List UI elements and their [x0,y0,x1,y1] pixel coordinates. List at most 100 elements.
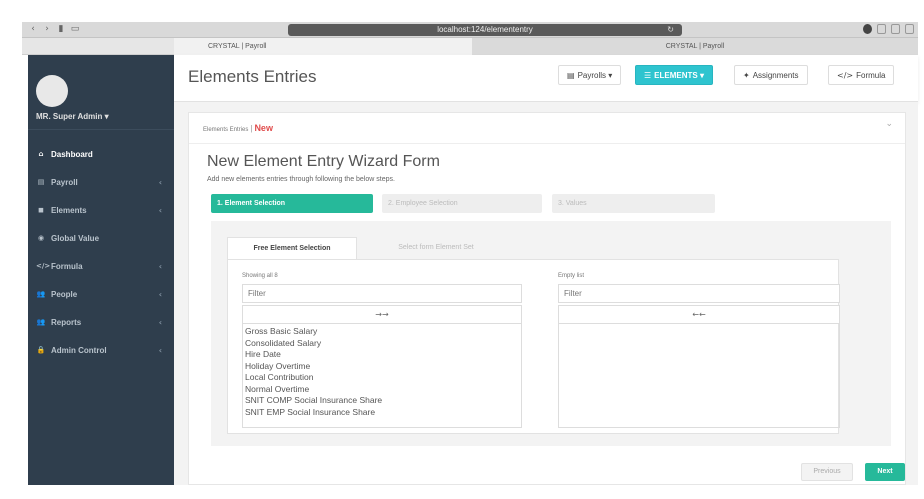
payroll-icon: ▤ [37,178,45,186]
step-values[interactable]: 3. Values [552,194,715,213]
url-text: localhost:124/elemententry [437,25,533,34]
people-icon: 👥 [36,290,46,298]
sidebar-divider [28,129,174,130]
move-all-right-button[interactable]: →→ [242,305,522,324]
sidebar-item-label: Payroll [51,177,78,187]
browser-toolbar: ‹ › ▮ ▭ localhost:124/elemententry ↻ [22,22,918,38]
reload-icon[interactable]: ↻ [667,24,674,36]
sidebar-item-label: Reports [51,317,82,327]
browser-nav-buttons: ‹ › ▮ ▭ [28,24,80,34]
available-list-info: Showing all 8 [242,273,278,279]
breadcrumb: Elements Entries | New [203,123,273,133]
chevron-left-icon: ‹ [158,261,162,271]
list-item[interactable]: SNIT EMP Social Insurance Share [245,407,519,419]
globe-icon: ◉ [37,234,45,242]
user-menu[interactable]: MR. Super Admin ▾ [36,112,109,121]
breadcrumb-current: New [254,123,273,133]
chevron-down-icon[interactable]: ⌄ [885,119,893,129]
sidebar-item-dashboard[interactable]: ⌂ Dashboard [28,140,174,168]
sidebar-nav: ⌂ Dashboard ▤ Payroll ‹ ◼ Elements ‹ ◉ G… [28,140,174,364]
document-icon: ▤ [567,71,575,80]
code-icon: </> [837,71,854,80]
list-item[interactable]: Normal Overtime [245,384,519,396]
selected-list-info: Empty list [558,273,585,279]
dual-listbox: Showing all 8 →→ Gross Basic Salary Cons… [227,259,840,435]
sidebar-item-label: Admin Control [51,345,107,355]
wizard-title: New Element Entry Wizard Form [207,153,440,170]
main-content: Elements Entries | New ⌄ New Element Entry… [174,102,918,485]
list-icon: ☰ [644,71,652,80]
browser-tab-active[interactable]: CRYSTAL | Payroll [174,38,472,55]
top-header: Elements Entries ▤ Payrolls ▾ ☰ ELEMENTS ▾… [174,55,918,102]
sidebar-item-elements[interactable]: ◼ Elements ‹ [28,196,174,224]
wizard-subtitle: Add new elements entries through followi… [207,176,395,183]
wizard-panel: Elements Entries | New ⌄ New Element Entry… [188,112,906,485]
page-title: Elements Entries [188,67,317,86]
move-all-left-button[interactable]: ←← [558,305,840,324]
formula-label: Formula [856,71,886,80]
assignments-label: Assignments [752,71,799,80]
address-bar[interactable]: localhost:124/elemententry ↻ [288,24,682,36]
available-filter-input[interactable] [242,284,522,303]
next-button[interactable]: Next [865,463,905,481]
sidebar-item-label: Dashboard [51,149,93,159]
payrolls-dropdown-button[interactable]: ▤ Payrolls ▾ [558,65,622,85]
home-icon: ⌂ [38,150,44,158]
available-list: Showing all 8 →→ Gross Basic Salary Cons… [228,260,524,435]
browser-tabs: CRYSTAL | Payroll CRYSTAL | Payroll [22,38,918,55]
sidebar-item-global-value[interactable]: ◉ Global Value [28,224,174,252]
previous-button[interactable]: Previous [801,463,853,481]
browser-actions [863,24,914,34]
elements-dropdown-button[interactable]: ☰ ELEMENTS ▾ [635,65,713,85]
tab-select-element-set[interactable]: Select form Element Set [361,237,511,259]
code-icon: </> [36,262,51,270]
sidebar-item-people[interactable]: 👥 People ‹ [28,280,174,308]
selected-options[interactable] [558,324,840,428]
sidebar-item-label: Elements [51,205,87,215]
tab-free-element-selection[interactable]: Free Element Selection [227,237,357,259]
extension-icon[interactable] [863,24,872,34]
breadcrumb-separator: | [250,124,253,133]
sidebar-item-admin-control[interactable]: 🔒 Admin Control ‹ [28,336,174,364]
back-icon[interactable]: ‹ [28,24,38,34]
sidebar-toggle-icon[interactable]: ▮ [56,24,66,34]
sidebar-item-payroll[interactable]: ▤ Payroll ‹ [28,168,174,196]
list-item[interactable]: Holiday Overtime [245,361,519,373]
list-item[interactable]: SNIT COMP Social Insurance Share [245,395,519,407]
sidebar-item-formula[interactable]: </> Formula ‹ [28,252,174,280]
forward-icon[interactable]: › [42,24,52,34]
list-item[interactable]: Hire Date [245,349,519,361]
payrolls-label: Payrolls ▾ [577,71,613,80]
tabs-overview-icon[interactable]: ▭ [70,24,80,34]
sidebar-item-reports[interactable]: 👥 Reports ‹ [28,308,174,336]
window-icon[interactable] [905,24,914,34]
chevron-left-icon: ‹ [158,205,162,215]
new-tab-icon[interactable] [891,24,900,34]
chevron-left-icon: ‹ [158,289,162,299]
formula-button[interactable]: </> Formula [828,65,895,85]
list-item[interactable]: Gross Basic Salary [245,326,519,338]
breadcrumb-parent[interactable]: Elements Entries [203,127,248,133]
lock-icon: 🔒 [36,346,46,354]
panel-divider [189,143,905,144]
elements-label: ELEMENTS ▾ [654,71,704,80]
chevron-left-icon: ‹ [158,345,162,355]
selected-filter-input[interactable] [558,284,840,303]
share-icon[interactable] [877,24,886,34]
list-item[interactable]: Consolidated Salary [245,338,519,350]
step-employee-selection[interactable]: 2. Employee Selection [382,194,542,213]
chevron-left-icon: ‹ [158,177,162,187]
step-element-selection[interactable]: 1. Element Selection [211,194,373,213]
available-options[interactable]: Gross Basic Salary Consolidated Salary H… [242,324,522,428]
reports-icon: 👥 [36,318,46,326]
sidebar-item-label: People [51,289,78,299]
elements-icon: ◼ [38,206,44,214]
avatar[interactable] [36,75,68,107]
list-item[interactable]: Local Contribution [245,372,519,384]
sidebar-item-label: Global Value [51,233,100,243]
sidebar: MR. Super Admin ▾ ⌂ Dashboard ▤ Payroll … [28,55,174,485]
selected-list: Empty list ←← [544,260,840,435]
browser-tab-other[interactable]: CRYSTAL | Payroll [472,38,918,55]
chevron-left-icon: ‹ [158,317,162,327]
assignments-button[interactable]: ✦ Assignments [734,65,808,85]
